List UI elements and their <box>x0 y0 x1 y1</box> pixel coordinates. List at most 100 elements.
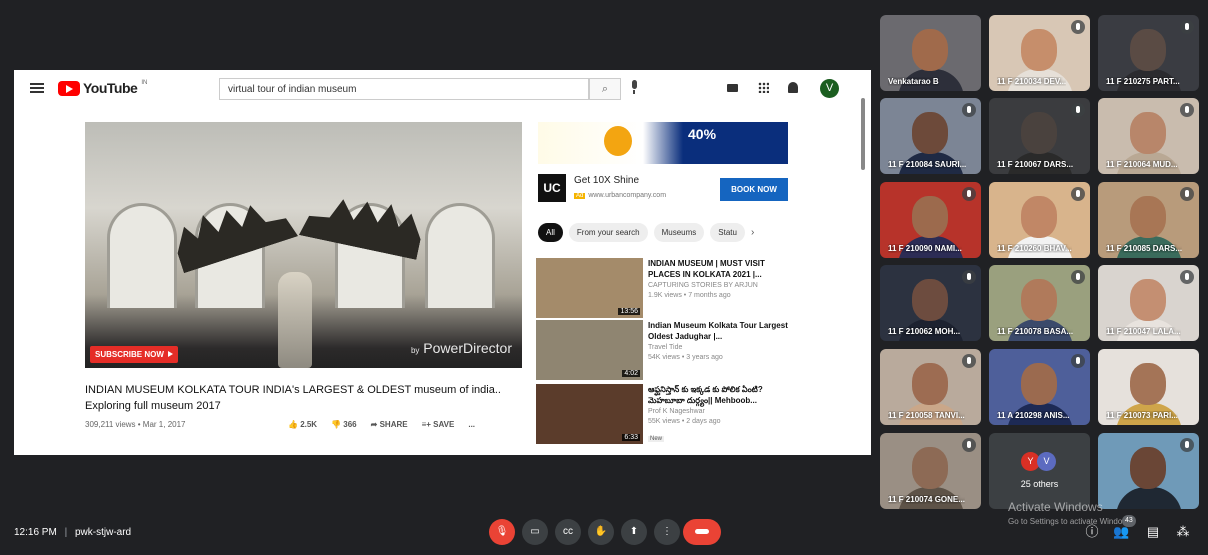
meeting-info: 12:16 PM | pwk-stjw-ard <box>14 527 131 538</box>
chip-all[interactable]: All <box>538 223 563 242</box>
video-player[interactable]: SUBSCRIBE NOW by PowerDirector <box>85 122 522 368</box>
new-badge: New <box>648 436 665 442</box>
participant-video <box>1130 279 1166 321</box>
participant-tile[interactable]: 11 F 210064 MUD... <box>1098 98 1199 174</box>
channel-name[interactable]: CAPTURING STORIES BY ARJUN <box>648 282 798 289</box>
video-thumbnail[interactable]: 13:56 <box>536 258 643 318</box>
video-thumbnail[interactable]: 6:33 <box>536 384 643 444</box>
ad-brand-logo <box>604 126 632 156</box>
captions-button[interactable]: cc <box>555 519 581 545</box>
participant-tile[interactable]: 11 F 210275 PART... <box>1098 15 1199 91</box>
participant-video <box>912 447 948 489</box>
account-avatar[interactable]: V <box>820 79 839 98</box>
mic-muted-icon <box>1071 20 1085 34</box>
video-thumbnail[interactable]: 4:02 <box>536 320 643 380</box>
participant-tile[interactable]: 11 F 210047 LALA... <box>1098 265 1199 341</box>
others-tile[interactable]: Y V 25 others <box>989 433 1090 509</box>
video-duration: 4:02 <box>622 370 640 377</box>
activities-icon[interactable]: ⁂ <box>1175 524 1191 540</box>
participant-tile[interactable] <box>1098 433 1199 509</box>
create-video-icon[interactable] <box>727 84 738 92</box>
more-actions-button[interactable]: ... <box>468 420 475 429</box>
participant-name: 11 F 210084 SAURI... <box>888 160 967 169</box>
recommended-video-title[interactable]: ఆఫ్ఘనిస్తాన్ కు ఇక్కడ కు పోలిక ఏంటి? మెహ… <box>648 384 798 406</box>
participant-video <box>912 279 948 321</box>
mic-muted-icon <box>1071 187 1085 201</box>
participant-video <box>1021 29 1057 71</box>
participant-tile[interactable]: 11 F 210067 DARS... <box>989 98 1090 174</box>
participant-tile[interactable]: 11 F 210090 NAMI... <box>880 182 981 258</box>
share-button[interactable]: ➦ SHARE <box>371 420 408 429</box>
participant-tile[interactable]: 11 F 210084 SAURI... <box>880 98 981 174</box>
mic-off-button[interactable]: 🎙 <box>489 519 515 545</box>
channel-name[interactable]: Travel Tide <box>648 344 798 351</box>
recommended-video[interactable]: 6:33 ఆఫ్ఘనిస్తాన్ కు ఇక్కడ కు పోలిక ఏంటి?… <box>536 384 796 444</box>
apps-grid-icon[interactable] <box>758 82 769 93</box>
chip-museums[interactable]: Museums <box>653 223 705 242</box>
save-button[interactable]: ≡+ SAVE <box>422 420 455 429</box>
subscribe-now-button[interactable]: SUBSCRIBE NOW <box>90 346 178 363</box>
scrollbar[interactable] <box>861 98 865 170</box>
ad-title[interactable]: Get 10X Shine <box>574 175 639 186</box>
youtube-logo[interactable]: YouTube IN <box>58 80 147 96</box>
participant-tile[interactable]: Venkatarao B <box>880 15 981 91</box>
video-title: INDIAN MUSEUM KOLKATA TOUR INDIA's LARGE… <box>85 384 501 412</box>
present-button[interactable]: ⬆ <box>621 519 647 545</box>
participant-name: 11 F 210275 PART... <box>1106 77 1180 86</box>
participant-tile[interactable]: 11 F 210078 BASA... <box>989 265 1090 341</box>
mic-muted-icon <box>962 270 976 284</box>
recommended-video-title[interactable]: INDIAN MUSEUM | MUST VISIT PLACES IN KOL… <box>648 258 798 280</box>
participant-video <box>912 29 948 71</box>
like-button[interactable]: 👍 2.5K <box>288 420 317 429</box>
chip-from-your-search[interactable]: From your search <box>568 223 648 242</box>
youtube-region-code: IN <box>141 80 148 86</box>
shared-screen[interactable]: YouTube IN virtual tour of indian museum… <box>14 70 871 455</box>
youtube-wordmark: YouTube <box>83 80 138 96</box>
notifications-bell-icon[interactable] <box>788 82 798 93</box>
search-input[interactable]: virtual tour of indian museum <box>219 78 589 100</box>
more-options-button[interactable]: ⋮ <box>654 519 680 545</box>
raise-hand-button[interactable]: ✋ <box>588 519 614 545</box>
participant-name: 11 F 210034 DEV... <box>997 77 1067 86</box>
advertiser-logo: UC <box>538 174 566 202</box>
participant-name: 11 F 210090 NAMI... <box>888 244 962 253</box>
mic-muted-icon <box>1071 103 1085 117</box>
participant-video <box>1130 112 1166 154</box>
ad-percent: 40% <box>688 126 717 142</box>
channel-name[interactable]: Prof K Nageshwar <box>648 408 798 415</box>
participant-name: 11 F 210074 GONE... <box>888 495 965 504</box>
dislike-button[interactable]: 👎 366 <box>331 420 357 429</box>
meeting-details-icon[interactable]: ⓘ <box>1084 524 1100 540</box>
chevron-right-icon[interactable]: › <box>751 227 754 238</box>
participant-name: 11 F 210067 DARS... <box>997 160 1074 169</box>
mic-muted-icon <box>1180 438 1194 452</box>
participant-tile[interactable]: 11 F 210260 BHAV... <box>989 182 1090 258</box>
participant-tile[interactable]: 11 A 210298 ANIS... <box>989 349 1090 425</box>
search-icon: ⌕ <box>601 83 609 95</box>
book-now-button[interactable]: BOOK NOW <box>720 178 788 201</box>
leave-call-button[interactable] <box>683 519 721 545</box>
youtube-header: YouTube IN virtual tour of indian museum… <box>14 70 871 108</box>
ad-banner[interactable]: 40% <box>538 122 788 164</box>
participant-tile[interactable]: 11 F 210085 DARS... <box>1098 182 1199 258</box>
search-button[interactable]: ⌕ <box>589 78 621 100</box>
participant-tile[interactable]: 11 F 210074 GONE... <box>880 433 981 509</box>
microphone-icon[interactable] <box>630 80 638 94</box>
participant-tile[interactable]: 11 F 210034 DEV... <box>989 15 1090 91</box>
museum-arch <box>425 203 495 308</box>
camera-button[interactable]: ▭ <box>522 519 548 545</box>
participant-tile[interactable]: 11 F 210062 MOH... <box>880 265 981 341</box>
recommended-video-title[interactable]: Indian Museum Kolkata Tour Largest Oldes… <box>648 320 798 342</box>
participant-video <box>912 196 948 238</box>
chat-icon[interactable]: ▤ <box>1145 524 1161 540</box>
powerdirector-watermark: by PowerDirector <box>410 340 512 356</box>
participant-tile[interactable]: 11 F 210073 PARI... <box>1098 349 1199 425</box>
chip-statu[interactable]: Statu <box>710 223 745 242</box>
participant-tile[interactable]: 11 F 210058 TANVI... <box>880 349 981 425</box>
recommended-video[interactable]: 4:02 Indian Museum Kolkata Tour Largest O… <box>536 320 796 380</box>
recommended-video[interactable]: 13:56 INDIAN MUSEUM | MUST VISIT PLACES I… <box>536 258 796 318</box>
mic-muted-icon <box>1180 270 1194 284</box>
video-stats: 1.9K views • 7 months ago <box>648 292 731 299</box>
deer-antler <box>299 184 427 260</box>
hamburger-menu-icon[interactable] <box>30 83 44 93</box>
